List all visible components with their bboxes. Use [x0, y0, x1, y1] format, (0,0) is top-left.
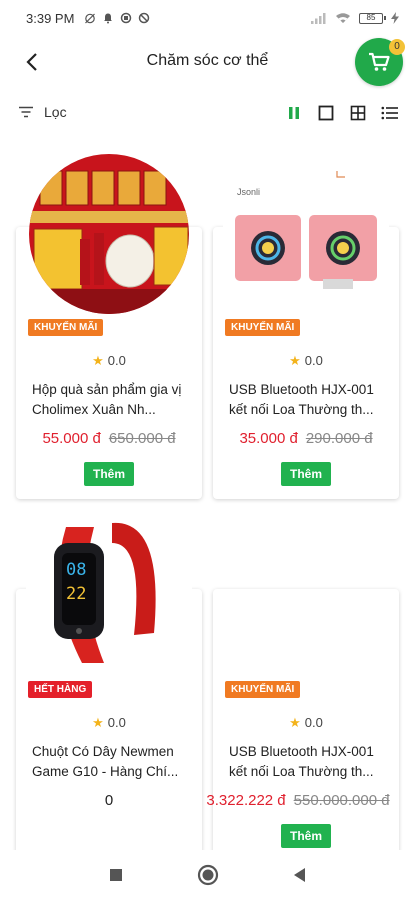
product-prices: 3.322.222 đ 550.000.000 đ [191, 792, 405, 809]
promo-tag: KHUYẾN MÃI [28, 319, 104, 336]
charging-icon [391, 12, 399, 24]
product-prices: 35.000 đ 290.000 đ [213, 430, 399, 447]
alarm-off-icon [85, 13, 96, 24]
status-bar: 3:39 PM 85 [0, 0, 415, 36]
rating-value: 0.0 [304, 715, 323, 730]
system-nav-bar [0, 850, 415, 900]
original-price: 650.000 đ [108, 430, 176, 447]
page-title: Chăm sóc cơ thể [146, 52, 269, 69]
product-image: Jsonli [223, 150, 389, 319]
product-name[interactable]: Chuột Có Dây Newmen Game G10 - Hàng Chí.… [32, 742, 190, 782]
product-name[interactable]: USB Bluetooth HJX-001 kết nối Loa Thường… [229, 380, 387, 420]
single-view-icon [318, 105, 334, 121]
battery-level: 85 [366, 12, 376, 22]
rating-value: 0.0 [304, 353, 323, 368]
star-icon: ★ [92, 353, 104, 368]
view-mode-switcher [285, 104, 399, 122]
brand-watermark: Jsonli [237, 187, 260, 197]
product-rating: ★ 0.0 [213, 715, 399, 731]
filter-toolbar: Lọc [0, 100, 415, 130]
signal-icon [311, 13, 326, 24]
circle-icon [197, 864, 218, 886]
add-to-cart-button[interactable]: Thêm [281, 462, 331, 486]
product-card[interactable]: 08 22 HẾT HÀNG ★ 0.0 Chuột Có Dây Newmen … [16, 513, 202, 850]
battery-icon: 85 [359, 12, 386, 24]
smart-band-image: 08 22 [26, 513, 192, 679]
star-icon: ★ [289, 353, 301, 368]
wifi-icon [336, 13, 350, 23]
add-to-cart-button[interactable]: Thêm [281, 824, 331, 848]
dnd-icon [139, 12, 150, 24]
band-display-hours: 08 [66, 560, 86, 580]
gift-box-image [29, 154, 189, 314]
view-two-column-button[interactable] [285, 104, 303, 122]
filter-button[interactable]: Lọc [18, 104, 67, 120]
product-price: 0 [104, 792, 114, 809]
product-rating: ★ 0.0 [213, 353, 399, 369]
two-column-icon [289, 107, 299, 119]
cart-icon [369, 52, 390, 71]
triangle-back-icon [293, 868, 305, 882]
pink-speakers-image: Jsonli [223, 151, 389, 317]
rating-value: 0.0 [107, 715, 126, 730]
product-name[interactable]: USB Bluetooth HJX-001 kết nối Loa Thường… [229, 742, 387, 782]
sale-price: 3.322.222 đ [206, 792, 286, 809]
data-saver-icon [121, 12, 132, 24]
square-icon [109, 869, 122, 881]
product-card[interactable]: KHUYẾN MÃI ★ 0.0 USB Bluetooth HJX-001 kế… [206, 589, 399, 850]
promo-tag: KHUYẾN MÃI [225, 681, 301, 698]
sale-price: 55.000 đ [42, 430, 101, 447]
sale-price: 35.000 đ [239, 430, 298, 447]
status-time: 3:39 PM [26, 10, 75, 26]
grid-icon [350, 105, 366, 121]
list-icon [381, 106, 398, 120]
product-card[interactable]: Jsonli KHUYẾN MÃI ★ 0.0 USB Bluetooth HJX… [213, 151, 399, 499]
view-list-button[interactable] [381, 104, 399, 122]
star-icon: ★ [289, 715, 301, 730]
sold-out-tag: HẾT HÀNG [28, 681, 93, 698]
product-rating: ★ 0.0 [16, 715, 202, 731]
product-name[interactable]: Hộp quà sản phẩm gia vị Cholimex Xuân Nh… [32, 380, 190, 420]
product-image [26, 150, 192, 319]
app-header: Chăm sóc cơ thể 0 [0, 36, 415, 90]
star-icon: ★ [92, 715, 104, 730]
original-price: 290.000 đ [305, 430, 373, 447]
view-single-button[interactable] [317, 104, 335, 122]
promo-tag: KHUYẾN MÃI [225, 319, 301, 336]
cart-button[interactable]: 0 [355, 38, 405, 86]
add-to-cart-button[interactable]: Thêm [84, 462, 134, 486]
recents-button[interactable] [105, 864, 127, 886]
product-rating: ★ 0.0 [16, 353, 202, 369]
product-card[interactable]: KHUYẾN MÃI ★ 0.0 Hộp quà sản phẩm gia vị … [16, 154, 202, 499]
filter-icon [19, 106, 33, 118]
original-price: 550.000.000 đ [293, 792, 390, 809]
cart-count-badge: 0 [389, 39, 405, 55]
product-prices: 55.000 đ 650.000 đ [16, 430, 202, 447]
product-image: 08 22 [26, 511, 192, 681]
filter-label: Lọc [44, 104, 67, 120]
home-button[interactable] [197, 864, 219, 886]
view-grid-button[interactable] [349, 104, 367, 122]
back-nav-button[interactable] [289, 864, 311, 886]
band-display-minutes: 22 [66, 584, 86, 604]
product-grid: KHUYẾN MÃI ★ 0.0 Hộp quà sản phẩm gia vị … [0, 150, 415, 850]
notification-bell-icon [104, 13, 113, 24]
rating-value: 0.0 [107, 353, 126, 368]
